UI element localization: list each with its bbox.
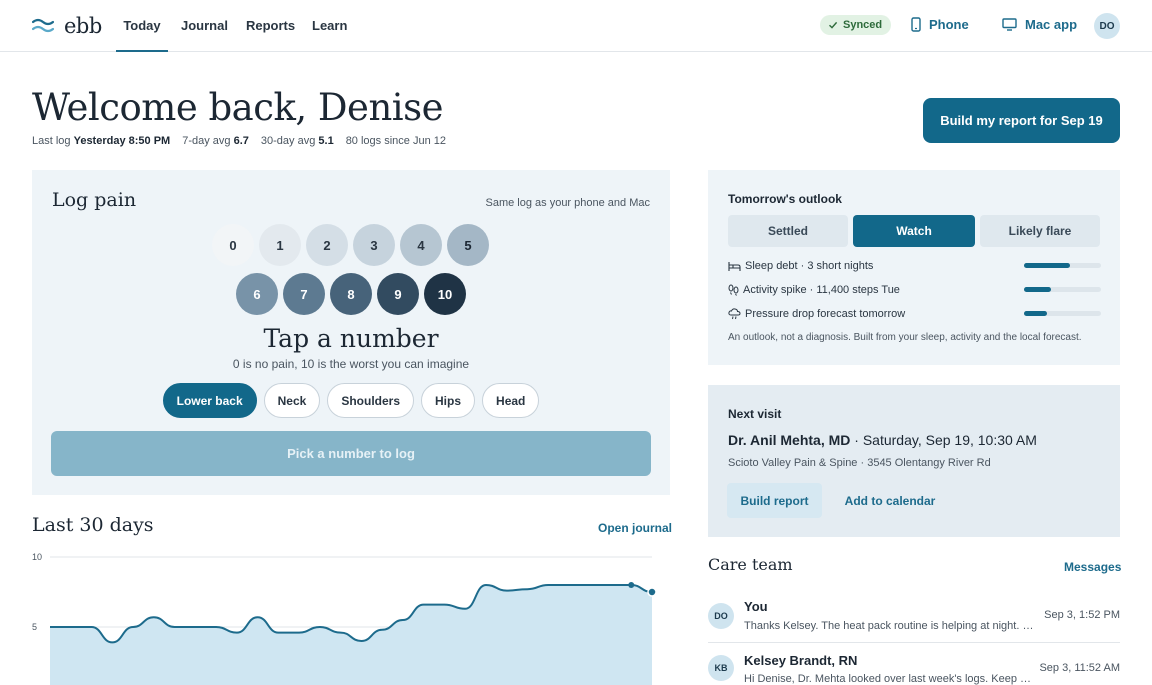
pain-score-8[interactable]: 8 <box>330 273 372 315</box>
factor-pressure-drop: Pressure drop forecast tomorrow <box>728 308 905 320</box>
stat-log-count: 80 logs since Jun 12 <box>345 135 446 147</box>
tab-learn[interactable]: Learn <box>312 0 347 52</box>
care-team-title: Care team <box>708 555 793 574</box>
location-chip-hips[interactable]: Hips <box>421 383 476 418</box>
pain-score-2[interactable]: 2 <box>306 224 348 266</box>
last30-title: Last 30 days <box>32 514 154 536</box>
synced-badge: Synced <box>820 15 892 35</box>
visit-build-report-button[interactable]: Build report <box>727 483 822 518</box>
factor-sleep-text: Sleep debt · 3 short nights <box>745 260 874 272</box>
visit-address: Scioto Valley Pain & Spine · 3545 Olenta… <box>728 457 991 469</box>
pain-score-6[interactable]: 6 <box>236 273 278 315</box>
phone-link[interactable]: Phone <box>911 17 969 32</box>
next-visit-title: Next visit <box>728 407 782 421</box>
avatar: DO <box>708 603 734 629</box>
factor-sleep-debt: Sleep debt · 3 short nights <box>728 260 873 272</box>
pain-score-7[interactable]: 7 <box>283 273 325 315</box>
outlook-option-settled[interactable]: Settled <box>728 215 848 247</box>
pain-score-0[interactable]: 0 <box>212 224 254 266</box>
page-title: Welcome back, Denise <box>32 86 444 129</box>
data-point <box>628 582 635 588</box>
user-avatar[interactable]: DO <box>1094 13 1120 39</box>
factor-activity-spike: Activity spike · 11,400 steps Tue <box>728 284 900 296</box>
tab-reports[interactable]: Reports <box>246 0 295 52</box>
messages-link[interactable]: Messages <box>1064 560 1121 574</box>
outlook-option-watch[interactable]: Watch <box>853 215 975 247</box>
y-tick-label: 5 <box>32 622 37 632</box>
factor-pressure-level <box>1024 311 1101 316</box>
outlook-card: Tomorrow's outlook Settled Watch Likely … <box>708 170 1120 365</box>
tab-journal[interactable]: Journal <box>181 0 228 52</box>
message-item[interactable]: KB Kelsey Brandt, RN Hi Denise, Dr. Meht… <box>708 652 1120 685</box>
pain-score-1[interactable]: 1 <box>259 224 301 266</box>
pain-score-10[interactable]: 10 <box>424 273 466 315</box>
open-journal-link[interactable]: Open journal <box>598 521 672 535</box>
message-divider <box>708 642 1120 643</box>
area-fill <box>50 585 652 685</box>
tab-today[interactable]: Today <box>116 0 168 52</box>
footprints-icon <box>728 284 739 296</box>
synced-label: Synced <box>843 19 883 31</box>
location-chip-shoulders[interactable]: Shoulders <box>327 383 415 418</box>
pain-score-4[interactable]: 4 <box>400 224 442 266</box>
phone-icon <box>911 17 921 32</box>
message-time: Sep 3, 1:52 PM <box>1044 609 1120 621</box>
check-icon <box>829 21 838 29</box>
mac-app-label: Mac app <box>1025 17 1078 32</box>
stats-row: Last log Yesterday 8:50 PM 7-day avg 6.7… <box>32 135 446 147</box>
y-tick-label: 10 <box>32 552 42 562</box>
phone-label: Phone <box>929 17 969 32</box>
visit-doctor: Dr. Anil Mehta, MD <box>728 432 851 448</box>
mac-app-link[interactable]: Mac app <box>1002 17 1077 32</box>
log-pain-hint: Same log as your phone and Mac <box>485 197 651 209</box>
log-submit-button[interactable]: Pick a number to log <box>51 431 651 476</box>
factor-pressure-text: Pressure drop forecast tomorrow <box>745 308 906 320</box>
pain-trend-chart: 10 5 <box>32 552 657 685</box>
stat-last-log: Last log Yesterday 8:50 PM <box>32 135 171 147</box>
bed-icon <box>728 261 741 271</box>
outlook-disclaimer: An outlook, not a diagnosis. Built from … <box>728 332 1082 343</box>
tap-prompt: Tap a number <box>263 324 439 353</box>
top-nav: ebb Today Journal Reports Learn Synced P… <box>0 0 1152 52</box>
location-chip-lower-back[interactable]: Lower back <box>162 383 257 418</box>
logo[interactable]: ebb <box>32 12 102 40</box>
visit-details: Dr. Anil Mehta, MD · Saturday, Sep 19, 1… <box>728 432 1037 448</box>
message-preview: Hi Denise, Dr. Mehta looked over last we… <box>744 673 1036 685</box>
monitor-icon <box>1002 18 1017 31</box>
tap-subprompt: 0 is no pain, 10 is the worst you can im… <box>232 357 470 371</box>
pain-score-3[interactable]: 3 <box>353 224 395 266</box>
factor-sleep-level <box>1024 263 1101 268</box>
factor-activity-text: Activity spike · 11,400 steps Tue <box>743 284 900 296</box>
message-sender: Kelsey Brandt, RN <box>744 653 858 668</box>
waves-logo-icon <box>32 18 54 33</box>
stat-30day-avg: 30-day avg 5.1 <box>260 135 334 147</box>
pain-score-9[interactable]: 9 <box>377 273 419 315</box>
outlook-title: Tomorrow's outlook <box>728 192 842 206</box>
next-visit-card: Next visit Dr. Anil Mehta, MD · Saturday… <box>708 385 1120 537</box>
logo-text: ebb <box>64 14 102 38</box>
factor-activity-level <box>1024 287 1101 292</box>
visit-datetime: · Saturday, Sep 19, 10:30 AM <box>850 432 1037 448</box>
stat-7day-avg: 7-day avg 6.7 <box>182 135 249 147</box>
log-pain-card: Log pain Same log as your phone and Mac … <box>32 170 670 495</box>
avatar: KB <box>708 655 734 681</box>
log-pain-title: Log pain <box>52 189 137 211</box>
message-time: Sep 3, 11:52 AM <box>1039 662 1120 674</box>
location-chip-neck[interactable]: Neck <box>263 383 321 418</box>
cloud-rain-icon <box>728 308 741 320</box>
add-to-calendar-button[interactable]: Add to calendar <box>834 483 946 518</box>
message-sender: You <box>744 599 768 614</box>
outlook-option-likely-flare[interactable]: Likely flare <box>980 215 1100 247</box>
location-chips: Lower back Neck Shoulders Hips Head <box>32 383 670 418</box>
build-report-button[interactable]: Build my report for Sep 19 <box>923 98 1120 143</box>
pain-score-5[interactable]: 5 <box>447 224 489 266</box>
message-preview: Thanks Kelsey. The heat pack routine is … <box>744 620 1036 632</box>
data-point <box>647 587 657 597</box>
location-chip-head[interactable]: Head <box>482 383 540 418</box>
